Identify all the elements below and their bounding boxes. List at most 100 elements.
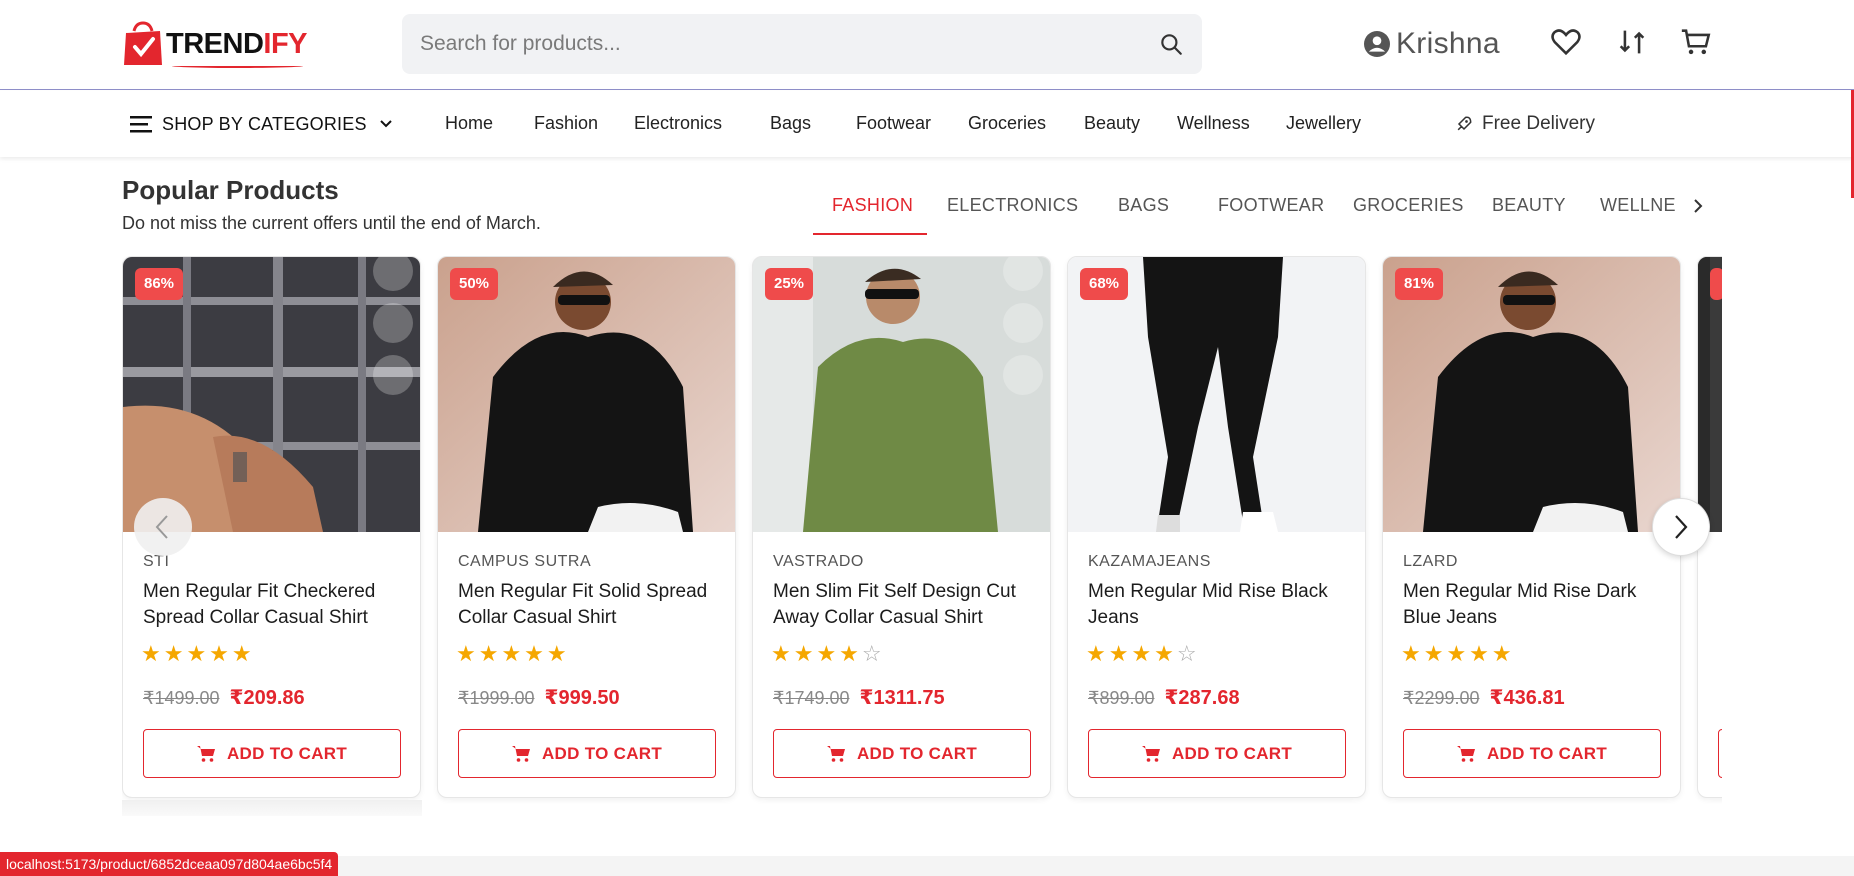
cart-icon [1456, 745, 1475, 762]
discount-badge: 68% [1080, 268, 1129, 300]
product-name[interactable]: Men Regular Mid Rise Black Jeans [1088, 579, 1353, 631]
nav-link-home[interactable]: Home [445, 113, 493, 134]
card-actions [373, 257, 413, 407]
original-price: ₹2299.00 [1403, 688, 1480, 708]
product-card[interactable]: 50% CAMPUS SUTRA Men Regular Fit Solid S… [437, 256, 736, 798]
tab-beauty[interactable]: BEAUTY [1492, 195, 1566, 216]
add-to-cart-label: ADD TO CART [1171, 743, 1293, 763]
product-price: ₹1749.00 ₹1311.75 [773, 685, 945, 710]
tab-fashion[interactable]: FASHION [832, 195, 913, 216]
add-to-cart-button[interactable]: ADD TO CART [1403, 729, 1661, 778]
add-to-cart-button[interactable]: ADD TO CART [1088, 729, 1346, 778]
shop-by-categories-button[interactable]: SHOP BY CATEGORIES [130, 109, 393, 139]
sale-price: ₹436.81 [1489, 687, 1565, 709]
nav-link-groceries[interactable]: Groceries [968, 113, 1046, 134]
shopping-bag-logo-icon [124, 21, 162, 65]
chevron-right-icon [1675, 515, 1688, 539]
tab-wellness-clip: WELLNE [1600, 190, 1675, 220]
add-to-cart-button[interactable]: ADD TO CART [773, 729, 1031, 778]
add-to-cart-button[interactable] [1718, 729, 1722, 778]
site-header: TRENDIFY Krishna [0, 0, 1854, 90]
product-price: ₹1499.00 ₹209.86 [143, 685, 305, 710]
compare-icon[interactable] [373, 303, 413, 343]
free-delivery-label: Free Delivery [1482, 113, 1595, 134]
nav-link-jewellery[interactable]: Jewellery [1286, 113, 1361, 134]
add-to-cart-button[interactable]: ADD TO CART [143, 729, 401, 778]
tab-footwear[interactable]: FOOTWEAR [1218, 195, 1324, 216]
card-actions [1003, 257, 1043, 407]
carousel-prev-button[interactable] [134, 498, 192, 556]
nav-link-wellness[interactable]: Wellness [1177, 113, 1250, 134]
carousel-next-button[interactable] [1652, 498, 1710, 556]
sale-price: ₹1311.75 [859, 687, 945, 709]
expand-icon[interactable] [1003, 257, 1043, 291]
product-price: ₹1999.00 ₹999.50 [458, 685, 620, 710]
tab-wellness[interactable]: WELLNE [1600, 195, 1675, 216]
product-card[interactable]: 81% LZARD Men Regular Mid Rise Dark Blue… [1382, 256, 1681, 798]
tab-groceries[interactable]: GROCERIES [1353, 195, 1464, 216]
expand-icon[interactable] [373, 257, 413, 291]
sale-price: ₹287.68 [1164, 687, 1240, 709]
product-name[interactable]: Men Regular Fit Checkered Spread Collar … [143, 579, 408, 631]
original-price: ₹899.00 [1088, 688, 1155, 708]
add-to-cart-label: ADD TO CART [856, 743, 978, 763]
rating-stars: ★★★★☆ [771, 641, 885, 666]
product-card[interactable]: 68% KAZAMAJEANS Men Regular Mid Rise Bla… [1067, 256, 1366, 798]
product-name[interactable]: Men Slim Fit Self Design Cut Away Collar… [773, 579, 1038, 631]
nav-link-electronics[interactable]: Electronics [634, 113, 722, 134]
nav-link-bags[interactable]: Bags [770, 113, 811, 134]
rocket-icon [1457, 116, 1472, 131]
cart-icon [1141, 745, 1160, 762]
brand-logo[interactable]: TRENDIFY [122, 18, 308, 70]
user-avatar-icon [1364, 31, 1390, 57]
product-card[interactable]: 25% VASTRADO Men Slim Fit Self Design Cu… [752, 256, 1051, 798]
page: TRENDIFY Krishna [0, 0, 1854, 876]
wishlist-icon[interactable] [1003, 355, 1043, 395]
original-price: ₹1749.00 [773, 688, 850, 708]
search-bar [402, 14, 1202, 74]
discount-badge: 86% [135, 268, 184, 300]
rating-stars: ★★★★★ [456, 641, 570, 666]
product-price: ₹899.00 ₹287.68 [1088, 685, 1240, 710]
discount-badge: 25% [765, 268, 814, 300]
cart-icon[interactable] [1679, 25, 1713, 59]
tab-bags[interactable]: BAGS [1118, 195, 1169, 216]
nav-link-beauty[interactable]: Beauty [1084, 113, 1140, 134]
sale-price: ₹209.86 [229, 687, 305, 709]
original-price: ₹1499.00 [143, 688, 220, 708]
nav-link-footwear[interactable]: Footwear [856, 113, 931, 134]
search-icon[interactable] [1158, 31, 1184, 57]
free-delivery-info: Free Delivery [1454, 113, 1595, 135]
main-navigation: SHOP BY CATEGORIES Home Fashion Electron… [0, 91, 1854, 157]
wishlist-icon[interactable] [373, 355, 413, 395]
add-to-cart-label: ADD TO CART [1486, 743, 1608, 763]
cart-icon [511, 745, 530, 762]
add-to-cart-button[interactable]: ADD TO CART [458, 729, 716, 778]
product-carousel: 86% STI Men Regular Fit Checkered Spread… [122, 256, 1722, 816]
discount-badge [1710, 268, 1722, 300]
rating-stars: ★★★★★ [1401, 641, 1515, 666]
product-price: ₹2299.00 ₹436.81 [1403, 685, 1565, 710]
rating-stars: ★★★★★ [141, 641, 255, 666]
product-brand: VASTRADO [773, 553, 864, 570]
discount-badge: 50% [450, 268, 499, 300]
product-brand: CAMPUS SUTRA [458, 553, 592, 570]
nav-link-fashion[interactable]: Fashion [534, 113, 598, 134]
product-brand: KAZAMAJEANS [1088, 553, 1211, 570]
compare-icon[interactable] [1615, 25, 1649, 59]
search-input[interactable] [420, 14, 1120, 74]
tab-electronics[interactable]: ELECTRONICS [947, 195, 1078, 216]
discount-badge: 81% [1395, 268, 1444, 300]
tabs-scroll-right-icon[interactable] [1688, 196, 1708, 216]
category-tabs: FASHION ELECTRONICS BAGS FOOTWEAR GROCER… [0, 180, 1854, 236]
wishlist-heart-icon[interactable] [1549, 25, 1583, 59]
add-to-cart-label: ADD TO CART [541, 743, 663, 763]
product-name[interactable]: Men Regular Mid Rise Dark Blue Jeans [1403, 579, 1668, 631]
user-account[interactable]: Krishna [1364, 22, 1500, 66]
card-shadow [122, 800, 422, 816]
product-name[interactable]: Men Regular Fit Solid Spread Collar Casu… [458, 579, 723, 631]
rating-stars: ★★★★☆ [1086, 641, 1200, 666]
compare-icon[interactable] [1003, 303, 1043, 343]
product-brand: LZARD [1403, 553, 1458, 570]
add-to-cart-label: ADD TO CART [226, 743, 348, 763]
